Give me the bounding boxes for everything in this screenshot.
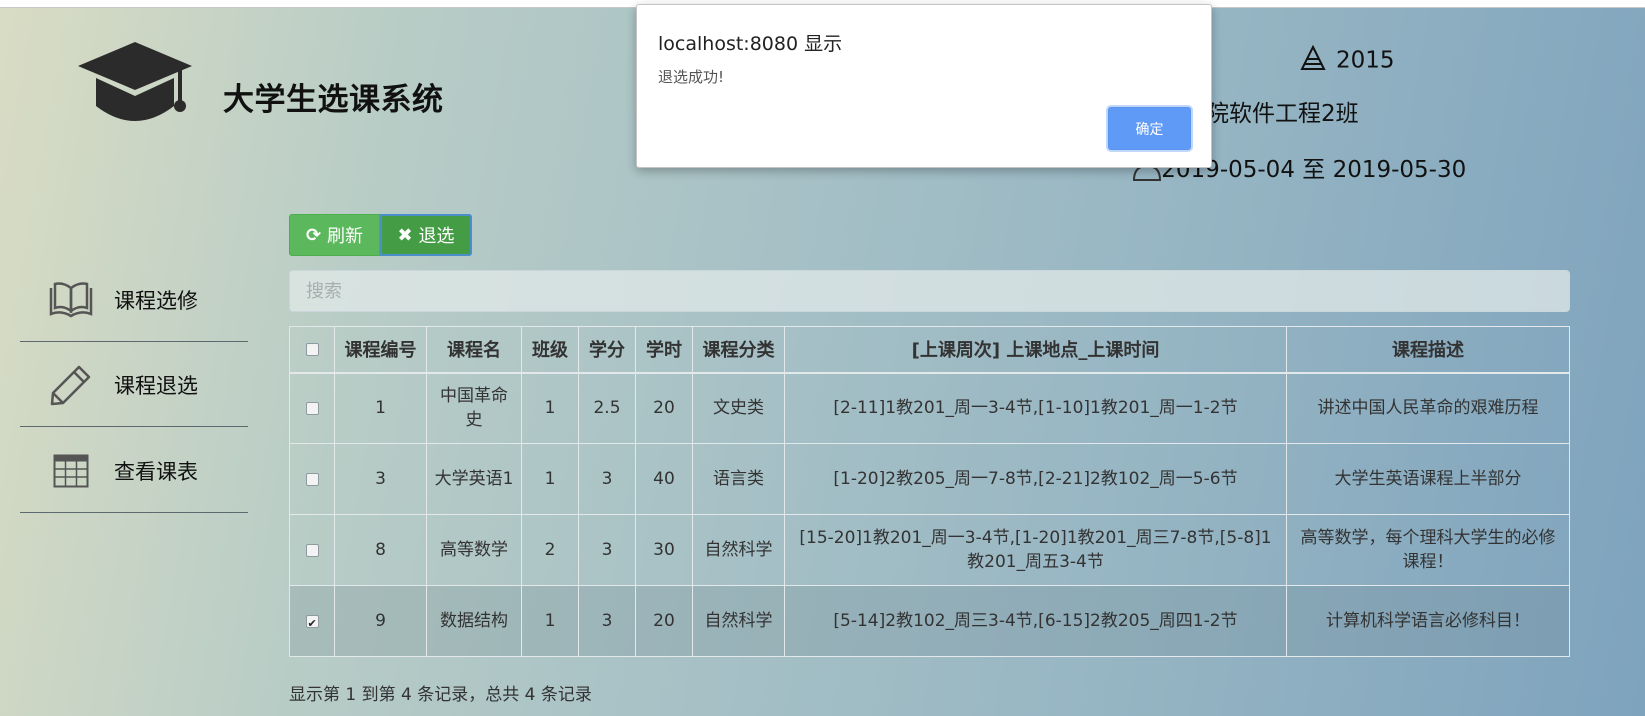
cell-description: 讲述中国人民革命的艰难历程 bbox=[1286, 372, 1570, 444]
cell-hours: 40 bbox=[635, 443, 693, 515]
cell-course-id: 9 bbox=[334, 585, 427, 657]
table-row[interactable]: 3 大学英语1 1 3 40 语言类 [1-20]2教205_周一7-8节,[2… bbox=[289, 443, 1570, 515]
row-select-cell[interactable] bbox=[289, 585, 335, 657]
row-checkbox[interactable] bbox=[305, 612, 319, 636]
table-icon bbox=[46, 446, 96, 496]
graduation-cap-icon bbox=[76, 40, 194, 130]
cell-hours: 20 bbox=[635, 585, 693, 657]
cell-category: 语言类 bbox=[692, 443, 785, 515]
row-checkbox[interactable] bbox=[305, 472, 319, 486]
select-all-cell[interactable] bbox=[289, 326, 335, 374]
cell-credit: 3 bbox=[578, 514, 636, 586]
sidebar-item-label: 查看课表 bbox=[114, 459, 198, 484]
alert-dialog: localhost:8080 显示 退选成功! 确定 bbox=[636, 4, 1212, 168]
app-title: 大学生选课系统 bbox=[223, 82, 444, 118]
pencil-icon bbox=[46, 360, 96, 410]
cell-class: 1 bbox=[521, 372, 579, 444]
pagination-info: 显示第 1 到第 4 条记录，总共 4 条记录 bbox=[289, 685, 592, 705]
sidebar-item-course-withdraw[interactable]: 课程退选 bbox=[20, 343, 248, 427]
cone-icon bbox=[1300, 44, 1326, 77]
header-course-name[interactable]: 课程名 bbox=[426, 326, 522, 374]
courses-table: 课程编号 课程名 班级 学分 学时 课程分类 [上课周次] 上课地点_上课时间 … bbox=[289, 326, 1570, 657]
cell-schedule: [1-20]2教205_周一7-8节,[2-21]2教102_周一5-6节 bbox=[784, 443, 1287, 515]
refresh-icon: ⟳ bbox=[305, 224, 322, 246]
cell-hours: 30 bbox=[635, 514, 693, 586]
cell-credit: 2.5 bbox=[578, 372, 636, 444]
cell-description: 高等数学，每个理科大学生的必修课程！ bbox=[1286, 514, 1570, 586]
cell-description: 计算机科学语言必修科目！ bbox=[1286, 585, 1570, 657]
enrollment-year: 2015 bbox=[1300, 44, 1395, 77]
cell-class: 2 bbox=[521, 514, 579, 586]
header-course-id[interactable]: 课程编号 bbox=[334, 326, 427, 374]
sidebar-item-course-select[interactable]: 课程选修 bbox=[20, 258, 248, 342]
row-select-cell[interactable] bbox=[289, 514, 335, 586]
close-icon: ✖ bbox=[397, 224, 413, 246]
withdraw-label: 退选 bbox=[418, 226, 455, 247]
book-icon bbox=[46, 275, 96, 325]
header-class[interactable]: 班级 bbox=[521, 326, 579, 374]
table-row[interactable]: 1 中国革命史 1 2.5 20 文史类 [2-11]1教201_周一3-4节,… bbox=[289, 372, 1570, 444]
search-input[interactable] bbox=[289, 270, 1570, 312]
cell-course-id: 1 bbox=[334, 372, 427, 444]
refresh-label: 刷新 bbox=[327, 226, 364, 247]
cell-class: 1 bbox=[521, 585, 579, 657]
sidebar-item-label: 课程退选 bbox=[114, 373, 198, 398]
table-header-row: 课程编号 课程名 班级 学分 学时 课程分类 [上课周次] 上课地点_上课时间 … bbox=[289, 326, 1570, 374]
header-schedule[interactable]: [上课周次] 上课地点_上课时间 bbox=[784, 326, 1287, 374]
header-description[interactable]: 课程描述 bbox=[1286, 326, 1570, 374]
dialog-title: localhost:8080 显示 bbox=[658, 33, 843, 55]
cell-hours: 20 bbox=[635, 372, 693, 444]
cell-class: 1 bbox=[521, 443, 579, 515]
refresh-button[interactable]: ⟳ 刷新 bbox=[289, 214, 380, 256]
header-hours[interactable]: 学时 bbox=[635, 326, 693, 374]
row-select-cell[interactable] bbox=[289, 372, 335, 444]
year-value: 2015 bbox=[1336, 47, 1395, 74]
row-select-cell[interactable] bbox=[289, 443, 335, 515]
dialog-message: 退选成功! bbox=[658, 68, 725, 86]
cell-category: 自然科学 bbox=[692, 514, 785, 586]
cell-schedule: [15-20]1教201_周一3-4节,[1-20]1教201_周三7-8节,[… bbox=[784, 514, 1287, 586]
sidebar-item-label: 课程选修 bbox=[114, 288, 198, 313]
sidebar-item-view-timetable[interactable]: 查看课表 bbox=[20, 429, 248, 513]
cell-course-id: 3 bbox=[334, 443, 427, 515]
cell-schedule: [2-11]1教201_周一3-4节,[1-10]1教201_周一1-2节 bbox=[784, 372, 1287, 444]
dialog-ok-button[interactable]: 确定 bbox=[1108, 107, 1191, 150]
cell-schedule: [5-14]2教102_周三3-4节,[6-15]2教205_周四1-2节 bbox=[784, 585, 1287, 657]
row-checkbox[interactable] bbox=[305, 543, 319, 557]
header-credit[interactable]: 学分 bbox=[578, 326, 636, 374]
cell-course-name: 高等数学 bbox=[426, 514, 522, 586]
cell-category: 文史类 bbox=[692, 372, 785, 444]
cell-course-name: 数据结构 bbox=[426, 585, 522, 657]
cell-course-name: 中国革命史 bbox=[426, 372, 522, 444]
withdraw-button[interactable]: ✖ 退选 bbox=[380, 214, 472, 256]
table-row[interactable]: 8 高等数学 2 3 30 自然科学 [15-20]1教201_周一3-4节,[… bbox=[289, 514, 1570, 586]
cell-credit: 3 bbox=[578, 443, 636, 515]
header-category[interactable]: 课程分类 bbox=[692, 326, 785, 374]
select-all-checkbox[interactable] bbox=[305, 343, 319, 357]
row-checkbox[interactable] bbox=[305, 401, 319, 415]
cell-category: 自然科学 bbox=[692, 585, 785, 657]
cell-credit: 3 bbox=[578, 585, 636, 657]
cell-description: 大学生英语课程上半部分 bbox=[1286, 443, 1570, 515]
table-row[interactable]: 9 数据结构 1 3 20 自然科学 [5-14]2教102_周三3-4节,[6… bbox=[289, 585, 1570, 657]
cell-course-id: 8 bbox=[334, 514, 427, 586]
cell-course-name: 大学英语1 bbox=[426, 443, 522, 515]
